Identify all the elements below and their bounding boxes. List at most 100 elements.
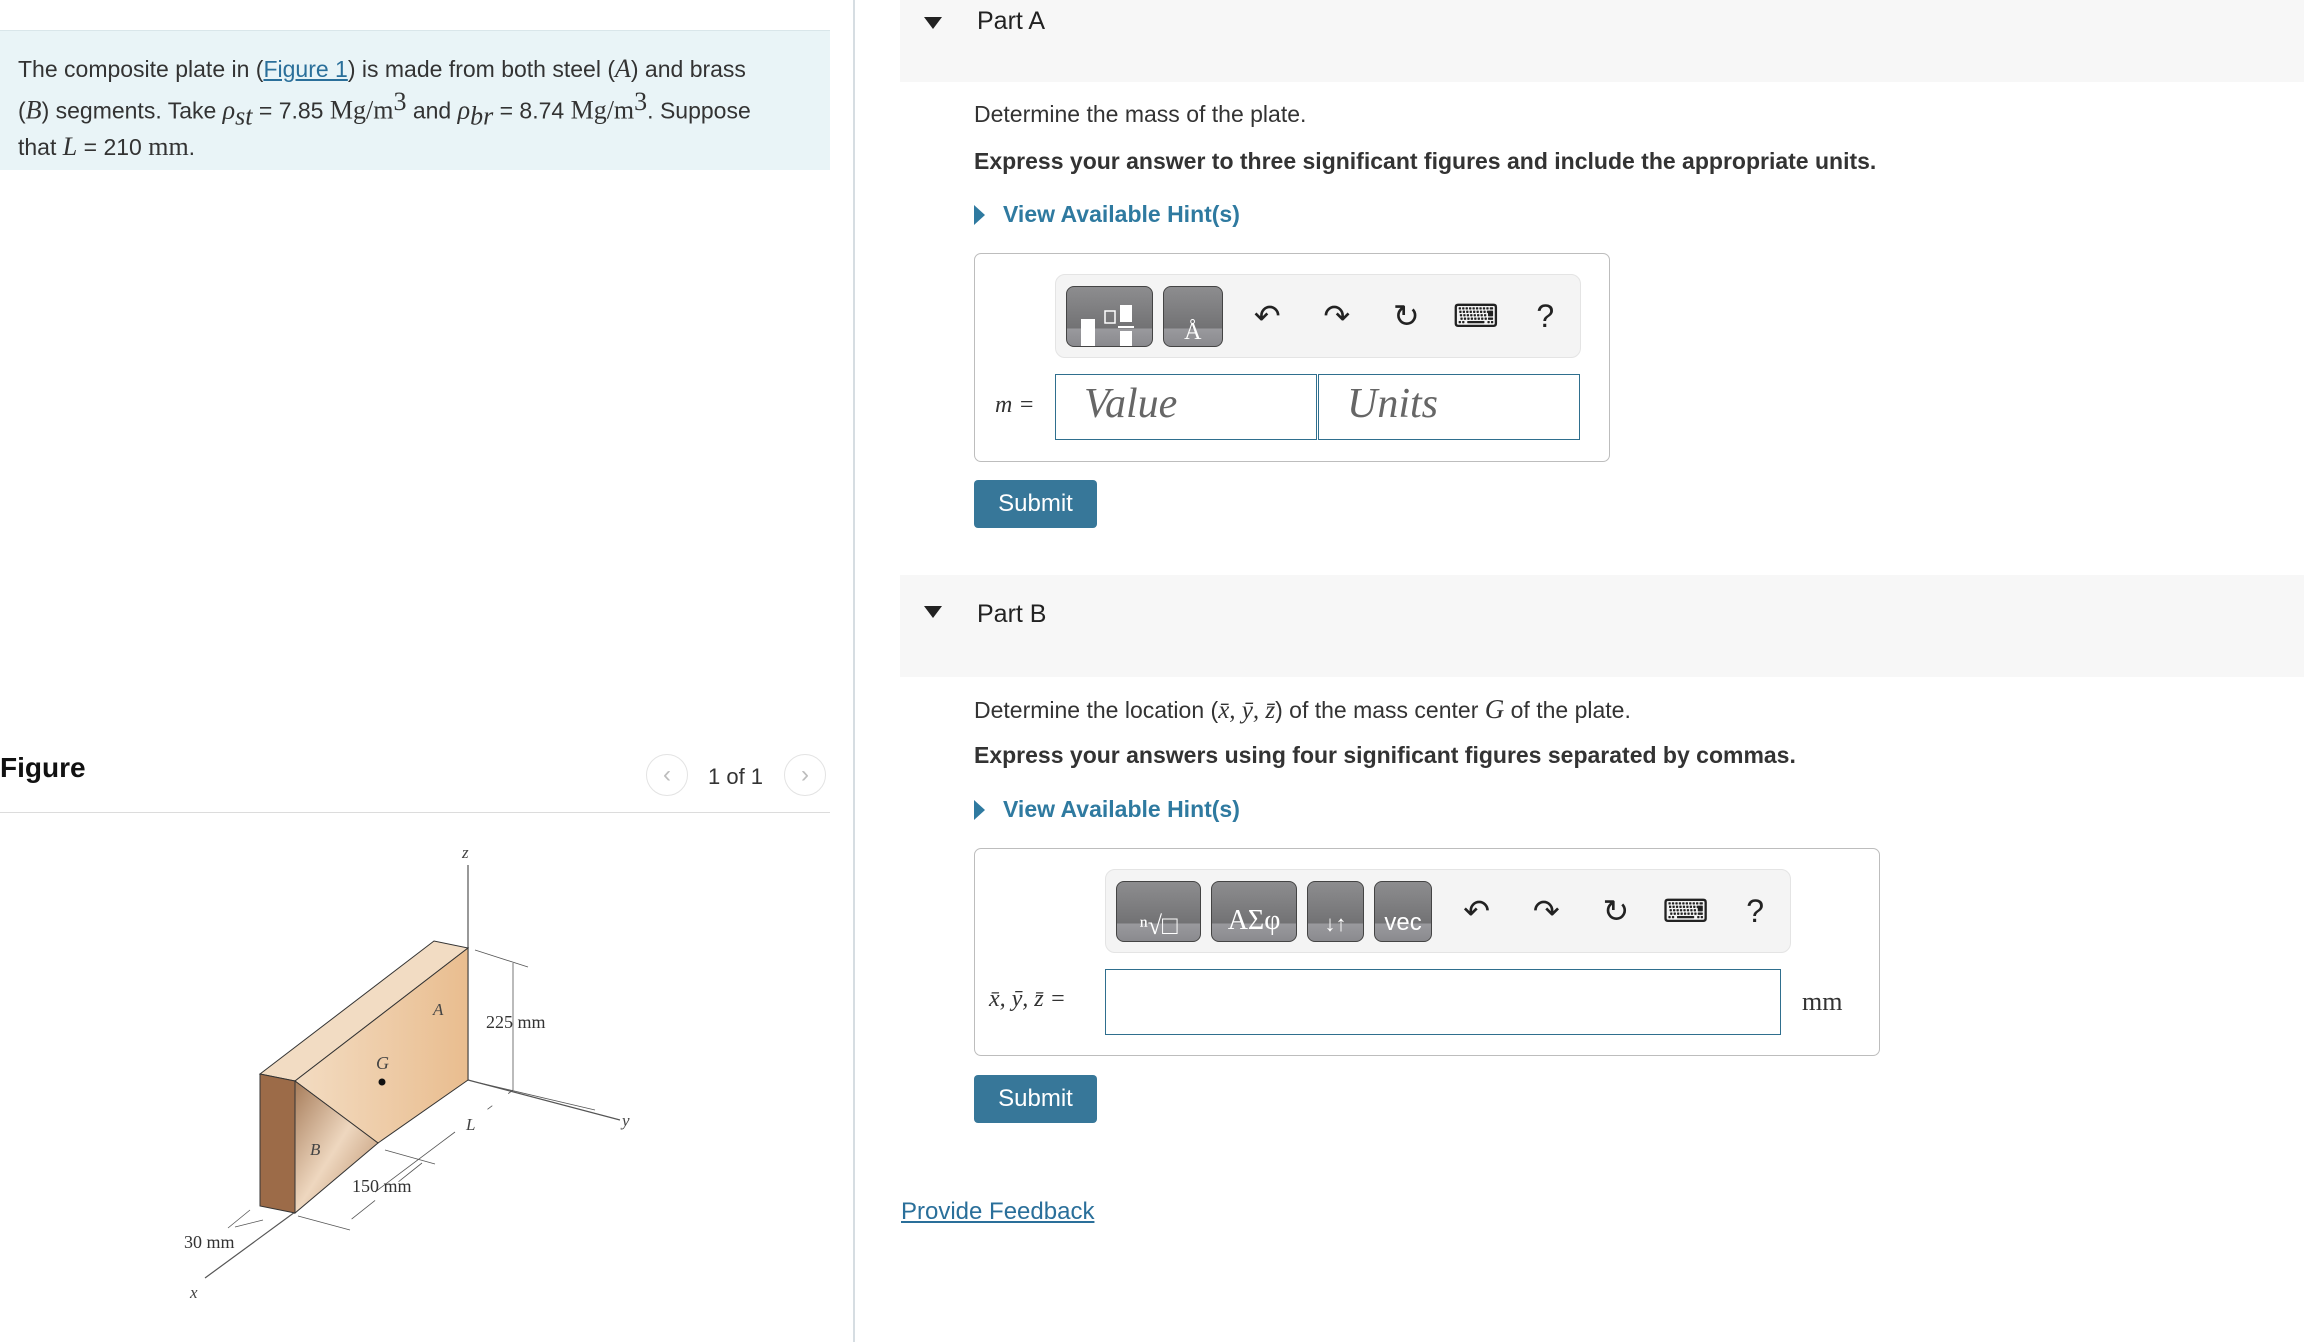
- part-b-instruction: Express your answers using four signific…: [974, 742, 1796, 768]
- problem-text: that: [18, 134, 63, 161]
- label-150mm: 150 mm: [352, 1176, 412, 1196]
- undo-icon[interactable]: ↶: [1452, 886, 1502, 936]
- mass-center-point: [378, 1078, 386, 1086]
- problem-text: and: [406, 97, 458, 124]
- chevron-left-icon: ‹: [663, 761, 671, 788]
- prev-figure-button[interactable]: ‹: [646, 754, 688, 796]
- subscript-br: br: [470, 100, 494, 130]
- part-a-header[interactable]: Part A: [900, 0, 2304, 82]
- part-a-answer-box: Å ↶ ↷ ↻ ⌨ ? m = Value Units: [974, 253, 1610, 462]
- figure-link[interactable]: Figure 1: [263, 56, 347, 82]
- problem-text: . Suppose: [647, 97, 751, 124]
- units-button[interactable]: Å: [1163, 285, 1223, 347]
- reset-icon[interactable]: ↻: [1591, 886, 1641, 936]
- redo-icon[interactable]: ↷: [1312, 291, 1362, 341]
- rho-symbol: ρ: [222, 95, 236, 125]
- keyboard-icon[interactable]: ⌨: [1451, 291, 1501, 341]
- label-30mm: 30 mm: [184, 1232, 235, 1252]
- superscript: 3: [634, 86, 648, 116]
- label-A: A: [432, 1000, 444, 1019]
- question-text: of the plate.: [1504, 697, 1631, 723]
- problem-text: ) is made from both steel (: [347, 56, 615, 82]
- arrows-button[interactable]: ↓↑: [1306, 880, 1365, 942]
- part-a-instruction: Express your answer to three significant…: [974, 148, 1877, 174]
- figure-1-plate-diagram: z y x A B G L 225 mm 150 mm 30 mm: [184, 843, 630, 1302]
- provide-feedback-link[interactable]: Provide Feedback: [901, 1198, 1094, 1226]
- figure-divider: [0, 812, 830, 813]
- keyboard-icon[interactable]: ⌨: [1661, 886, 1711, 936]
- rho-br-value: = 8.74: [493, 97, 571, 124]
- expand-triangle-icon: [974, 799, 985, 820]
- panel-divider: [853, 0, 855, 1342]
- part-a-submit-button[interactable]: Submit: [974, 480, 1097, 528]
- part-b-header[interactable]: Part B: [900, 575, 2304, 677]
- part-a-title: Part A: [977, 7, 1046, 35]
- var-B: B: [25, 95, 42, 125]
- templates-button[interactable]: ⁿ√□: [1116, 880, 1202, 942]
- variable-xyz-label: x̄, ȳ, z̄ =: [989, 986, 1066, 1012]
- units-input[interactable]: Units: [1318, 374, 1580, 440]
- label-B: B: [310, 1140, 321, 1159]
- vector-icon: vec: [1384, 908, 1422, 936]
- templates-icon: [1081, 304, 1134, 346]
- question-text: ) of the mass center: [1275, 697, 1485, 723]
- chevron-right-icon: ›: [801, 761, 809, 788]
- expand-triangle-icon: [974, 204, 985, 225]
- unit-label: mm: [1802, 987, 1843, 1016]
- problem-statement: The composite plate in (Figure 1) is mad…: [0, 30, 830, 170]
- rho-symbol: ρ: [457, 95, 471, 125]
- part-b-question: Determine the location (x̄, ȳ, z̄) of th…: [974, 694, 1631, 725]
- var-A: A: [614, 54, 631, 83]
- unit: Mg/m: [570, 95, 635, 125]
- part-b-title: Part B: [977, 600, 1047, 628]
- centroid-input[interactable]: [1105, 969, 1781, 1035]
- figure-pagination: 1 of 1: [708, 764, 764, 789]
- collapse-caret-icon[interactable]: [924, 17, 942, 29]
- hint-label: View Available Hint(s): [1003, 796, 1240, 822]
- plate-side-face: [259, 1073, 296, 1214]
- undo-icon[interactable]: ↶: [1243, 291, 1293, 341]
- part-a-math-toolbar: Å ↶ ↷ ↻ ⌨ ?: [1055, 274, 1581, 358]
- label-x: x: [189, 1283, 198, 1302]
- reset-icon[interactable]: ↻: [1382, 291, 1432, 341]
- units-placeholder: Units: [1347, 381, 1439, 427]
- problem-text: .: [188, 134, 196, 161]
- radical-template-icon: ⁿ√□: [1139, 910, 1178, 940]
- label-G: G: [376, 1053, 389, 1073]
- label-L: L: [465, 1115, 475, 1134]
- part-b-submit-button[interactable]: Submit: [974, 1075, 1097, 1123]
- part-b-math-toolbar: ⁿ√□ ΑΣφ ↓↑ vec ↶ ↷ ↻ ⌨ ?: [1105, 869, 1791, 953]
- value-input[interactable]: Value: [1055, 374, 1317, 440]
- part-b-answer-box: ⁿ√□ ΑΣφ ↓↑ vec ↶ ↷ ↻ ⌨ ? x̄, ȳ, z̄ = mm: [974, 848, 1880, 1056]
- variable-m-label: m =: [995, 392, 1035, 418]
- templates-button[interactable]: [1066, 285, 1154, 347]
- problem-text: ) and brass: [630, 56, 746, 82]
- value-placeholder: Value: [1084, 381, 1178, 427]
- label-y: y: [620, 1111, 630, 1130]
- unit: mm: [148, 132, 189, 162]
- next-figure-button[interactable]: ›: [784, 754, 826, 796]
- units-icon: Å: [1184, 318, 1202, 345]
- greek-letters-button[interactable]: ΑΣφ: [1211, 880, 1297, 942]
- question-text: Determine the location (: [974, 697, 1219, 723]
- vector-button[interactable]: vec: [1374, 880, 1432, 942]
- subscript-st: st: [235, 100, 253, 130]
- centroid-vars: x̄, ȳ, z̄: [1218, 697, 1276, 724]
- collapse-caret-icon[interactable]: [924, 606, 942, 618]
- L-value: = 210: [77, 134, 149, 161]
- redo-icon[interactable]: ↷: [1522, 886, 1572, 936]
- figure-title: Figure: [0, 752, 86, 783]
- problem-text: ) segments. Take: [41, 97, 223, 124]
- help-icon[interactable]: ?: [1730, 886, 1780, 936]
- part-a-hint-toggle[interactable]: View Available Hint(s): [974, 201, 1240, 228]
- rho-st-value: = 7.85: [252, 97, 330, 124]
- y-axis: [467, 1079, 621, 1121]
- hint-label: View Available Hint(s): [1003, 201, 1240, 227]
- var-G: G: [1484, 694, 1505, 724]
- help-icon[interactable]: ?: [1521, 291, 1571, 341]
- var-L: L: [62, 132, 78, 162]
- greek-icon: ΑΣφ: [1227, 904, 1281, 936]
- arrows-icon: ↓↑: [1324, 910, 1347, 936]
- label-225mm: 225 mm: [486, 1012, 546, 1032]
- part-b-hint-toggle[interactable]: View Available Hint(s): [974, 796, 1240, 823]
